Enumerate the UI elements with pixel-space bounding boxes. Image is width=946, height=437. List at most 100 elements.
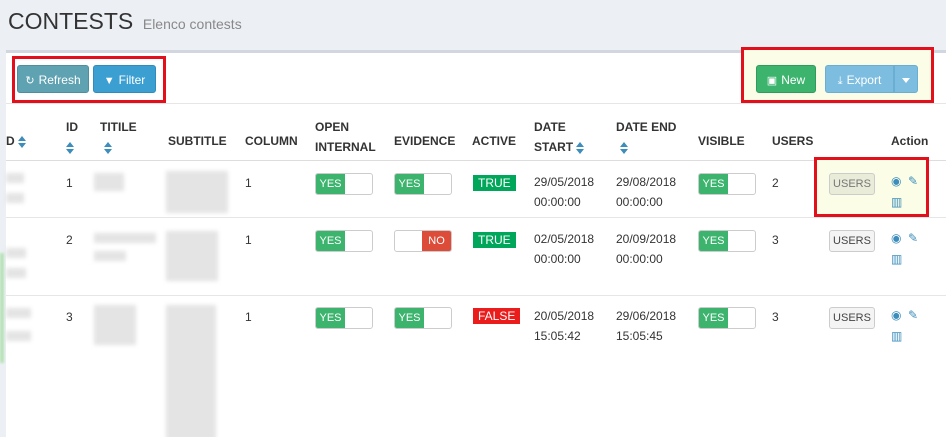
row3-titile-blurred bbox=[94, 305, 136, 345]
row3-open-internal-value: YES bbox=[316, 308, 345, 328]
row1-date-start: 29/05/2018 00:00:00 bbox=[534, 172, 594, 212]
blurred-cell bbox=[6, 268, 26, 278]
row1-evidence-value: YES bbox=[395, 174, 424, 194]
row2-users-button[interactable]: USERS bbox=[829, 230, 875, 252]
row2-edit-icon[interactable]: ✎ bbox=[908, 231, 918, 245]
filter-button[interactable]: ▼ Filter bbox=[93, 65, 156, 93]
row3-view-icon[interactable]: ◉ bbox=[891, 308, 901, 322]
row1-view-icon[interactable]: ◉ bbox=[891, 174, 901, 188]
col-header-open-internal: OPEN INTERNAL bbox=[315, 117, 376, 157]
sort-icon bbox=[104, 141, 112, 154]
caret-down-icon bbox=[902, 78, 910, 84]
row3-column: 1 bbox=[245, 310, 252, 324]
row2-view-icon[interactable]: ◉ bbox=[891, 231, 901, 245]
col-header-id[interactable]: ID bbox=[66, 117, 78, 157]
row2-visible-toggle[interactable]: YES bbox=[698, 230, 756, 252]
new-label: New bbox=[781, 73, 806, 87]
col-header-d-label: D bbox=[6, 134, 15, 148]
row3-trash-icon[interactable]: ▥ bbox=[891, 329, 902, 343]
row-divider bbox=[6, 217, 946, 218]
row1-open-internal-toggle[interactable]: YES bbox=[315, 173, 373, 195]
row2-evidence-toggle[interactable]: NO bbox=[394, 230, 452, 252]
row2-trash-icon[interactable]: ▥ bbox=[891, 252, 902, 266]
blurred-cell bbox=[6, 308, 31, 318]
page-header: CONTESTS Elenco contests bbox=[8, 8, 242, 38]
col-header-evidence: EVIDENCE bbox=[394, 134, 456, 148]
row3-users-button[interactable]: USERS bbox=[829, 307, 875, 329]
row2-date-start: 02/05/2018 00:00:00 bbox=[534, 229, 594, 269]
row1-trash-icon[interactable]: ▥ bbox=[891, 195, 902, 209]
row3-date-end-date: 29/06/2018 bbox=[616, 309, 677, 323]
row2-open-internal-toggle[interactable]: YES bbox=[315, 230, 373, 252]
row1-edit-icon[interactable]: ✎ bbox=[908, 174, 918, 188]
row2-open-internal-value: YES bbox=[316, 231, 345, 251]
row3-date-start-time: 15:05:42 bbox=[534, 329, 581, 343]
row1-date-start-time: 00:00:00 bbox=[534, 195, 581, 209]
col-header-active: ACTIVE bbox=[472, 134, 517, 148]
row3-date-end: 29/06/2018 15:05:45 bbox=[616, 306, 676, 346]
row1-visible-toggle[interactable]: YES bbox=[698, 173, 756, 195]
row3-users-count: 3 bbox=[772, 310, 779, 324]
sort-icon bbox=[576, 141, 585, 154]
row1-active-badge: TRUE bbox=[473, 175, 516, 191]
row1-evidence-toggle[interactable]: YES bbox=[394, 173, 452, 195]
contests-box: ↻ Refresh ▼ Filter ▣ New ⤓ Export D ID TITIL… bbox=[0, 47, 946, 437]
sort-icon bbox=[18, 135, 27, 148]
row1-open-internal-value: YES bbox=[316, 174, 345, 194]
col-header-internal-label: INTERNAL bbox=[315, 140, 376, 154]
row2-evidence-value: NO bbox=[422, 231, 451, 251]
row1-users-count: 2 bbox=[772, 176, 779, 190]
col-header-date-start[interactable]: DATE START bbox=[534, 117, 585, 157]
row3-open-internal-toggle[interactable]: YES bbox=[315, 307, 373, 329]
col-header-d[interactable]: D bbox=[6, 131, 27, 151]
filter-icon: ▼ bbox=[103, 75, 115, 87]
export-label: Export bbox=[846, 73, 882, 87]
refresh-button[interactable]: ↻ Refresh bbox=[17, 65, 89, 93]
row1-date-end: 29/08/2018 00:00:00 bbox=[616, 172, 676, 212]
row2-date-start-time: 00:00:00 bbox=[534, 252, 581, 266]
row2-subtitle-blurred bbox=[166, 231, 218, 281]
col-header-date-end-label: DATE END bbox=[616, 120, 677, 134]
refresh-icon: ↻ bbox=[25, 75, 35, 87]
row1-date-end-date: 29/08/2018 bbox=[616, 175, 677, 189]
col-header-column: COLUMN bbox=[245, 134, 298, 148]
page-subtitle: Elenco contests bbox=[142, 16, 242, 32]
export-button[interactable]: ⤓ Export bbox=[825, 65, 894, 93]
row3-visible-toggle[interactable]: YES bbox=[698, 307, 756, 329]
col-header-date-label: DATE bbox=[534, 120, 566, 134]
row3-date-end-time: 15:05:45 bbox=[616, 329, 663, 343]
row-divider bbox=[6, 295, 946, 296]
row1-date-start-date: 29/05/2018 bbox=[534, 175, 595, 189]
blurred-cell bbox=[6, 331, 31, 341]
col-header-date-end[interactable]: DATE END bbox=[616, 117, 676, 157]
col-header-visible: VISIBLE bbox=[698, 134, 745, 148]
col-header-titile[interactable]: TITILE bbox=[100, 117, 137, 157]
row2-date-end-time: 00:00:00 bbox=[616, 252, 663, 266]
row3-edit-icon[interactable]: ✎ bbox=[908, 308, 918, 322]
divider bbox=[6, 103, 946, 104]
blurred-cell bbox=[6, 248, 26, 258]
row2-titile-blurred bbox=[94, 251, 126, 261]
page-title: CONTESTS bbox=[8, 8, 134, 34]
row2-active-badge: TRUE bbox=[473, 232, 516, 248]
sort-icon bbox=[620, 141, 628, 154]
row2-users-count: 3 bbox=[772, 233, 779, 247]
new-button[interactable]: ▣ New bbox=[756, 65, 816, 93]
row-indicator bbox=[0, 253, 4, 363]
row3-active-badge: FALSE bbox=[473, 308, 521, 324]
row3-id: 3 bbox=[66, 310, 73, 324]
row1-users-button[interactable]: USERS bbox=[829, 173, 875, 195]
row2-titile-blurred bbox=[94, 233, 156, 243]
row2-date-end: 20/09/2018 00:00:00 bbox=[616, 229, 676, 269]
row2-id: 2 bbox=[66, 233, 73, 247]
row3-subtitle-blurred bbox=[166, 305, 216, 437]
download-icon: ⤓ bbox=[837, 75, 843, 87]
col-header-id-label: ID bbox=[66, 120, 78, 134]
row3-evidence-toggle[interactable]: YES bbox=[394, 307, 452, 329]
sort-icon bbox=[66, 141, 74, 154]
refresh-label: Refresh bbox=[38, 73, 81, 87]
col-header-subtitle: SUBTITLE bbox=[168, 134, 227, 148]
row1-column: 1 bbox=[245, 176, 252, 190]
row1-subtitle-blurred bbox=[166, 171, 228, 213]
export-dropdown-button[interactable] bbox=[894, 65, 918, 93]
